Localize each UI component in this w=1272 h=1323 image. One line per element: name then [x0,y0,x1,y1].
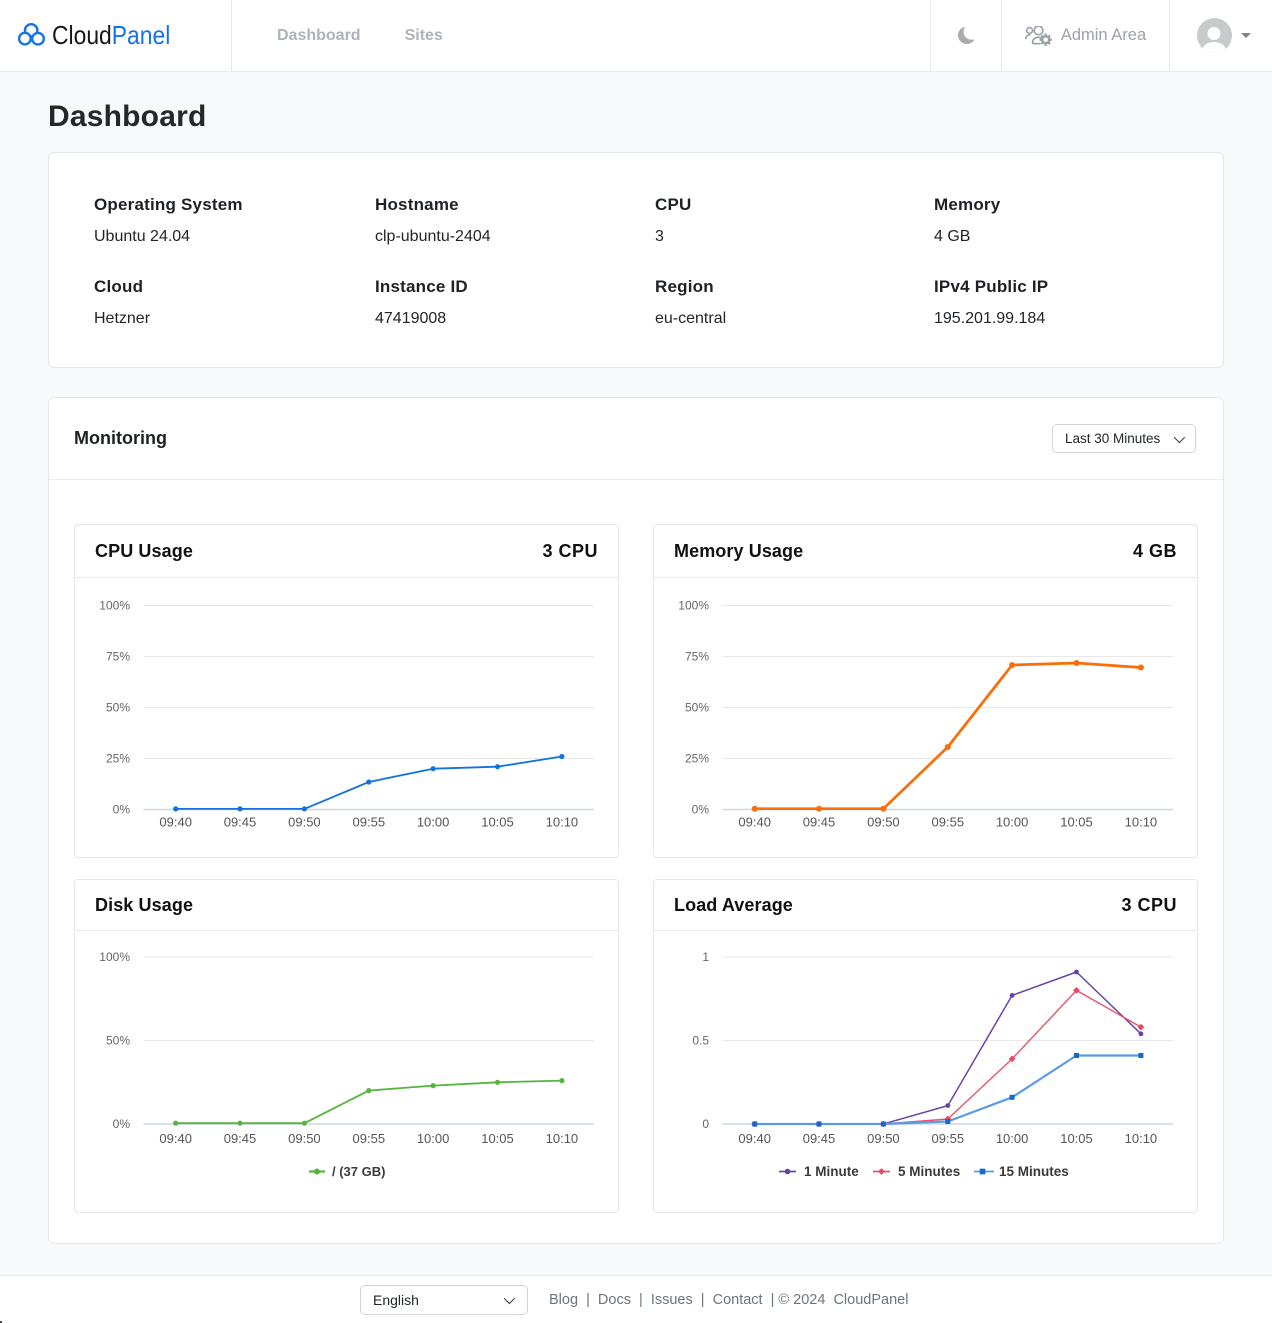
svg-text:10:10: 10:10 [546,815,579,830]
svg-text:1: 1 [702,950,709,964]
svg-text:09:55: 09:55 [353,1131,386,1146]
svg-text:09:50: 09:50 [288,815,321,830]
svg-text:10:00: 10:00 [996,815,1029,830]
svg-text:09:40: 09:40 [738,1131,771,1146]
svg-text:50%: 50% [106,1034,130,1048]
svg-text:100%: 100% [678,599,709,613]
svg-text:0%: 0% [113,803,131,817]
svg-text:10:00: 10:00 [417,1131,450,1146]
svg-text:09:40: 09:40 [738,815,771,830]
svg-text:09:45: 09:45 [803,815,836,830]
svg-text:10:00: 10:00 [996,1131,1029,1146]
svg-text:75%: 75% [106,650,130,664]
svg-text:09:40: 09:40 [159,1131,192,1146]
svg-text:100%: 100% [99,950,130,964]
svg-text:0%: 0% [113,1117,131,1131]
svg-text:09:45: 09:45 [224,1131,257,1146]
svg-text:50%: 50% [106,701,130,715]
svg-text:10:10: 10:10 [1125,815,1158,830]
svg-text:09:55: 09:55 [353,815,386,830]
svg-text:09:45: 09:45 [803,1131,836,1146]
svg-text:10:05: 10:05 [481,815,514,830]
svg-text:100%: 100% [99,599,130,613]
svg-text:10:05: 10:05 [1060,815,1093,830]
svg-text:25%: 25% [685,752,709,766]
svg-text:/ (37 GB): / (37 GB) [332,1164,385,1179]
svg-text:75%: 75% [685,650,709,664]
svg-text:09:50: 09:50 [867,815,900,830]
svg-text:09:45: 09:45 [224,815,257,830]
svg-text:1 Minute: 1 Minute [804,1164,859,1179]
svg-text:0%: 0% [692,803,710,817]
svg-text:09:50: 09:50 [867,1131,900,1146]
svg-text:50%: 50% [685,701,709,715]
svg-text:10:05: 10:05 [481,1131,514,1146]
svg-text:10:00: 10:00 [417,815,450,830]
svg-text:09:50: 09:50 [288,1131,321,1146]
svg-text:5 Minutes: 5 Minutes [898,1164,960,1179]
svg-text:10:10: 10:10 [546,1131,579,1146]
svg-text:25%: 25% [106,752,130,766]
svg-text:10:05: 10:05 [1060,1131,1093,1146]
svg-text:0: 0 [702,1117,709,1131]
svg-text:0.5: 0.5 [692,1034,709,1048]
svg-text:15 Minutes: 15 Minutes [999,1164,1069,1179]
svg-text:09:55: 09:55 [932,815,965,830]
svg-text:10:10: 10:10 [1125,1131,1158,1146]
svg-text:09:55: 09:55 [932,1131,965,1146]
svg-text:09:40: 09:40 [159,815,192,830]
